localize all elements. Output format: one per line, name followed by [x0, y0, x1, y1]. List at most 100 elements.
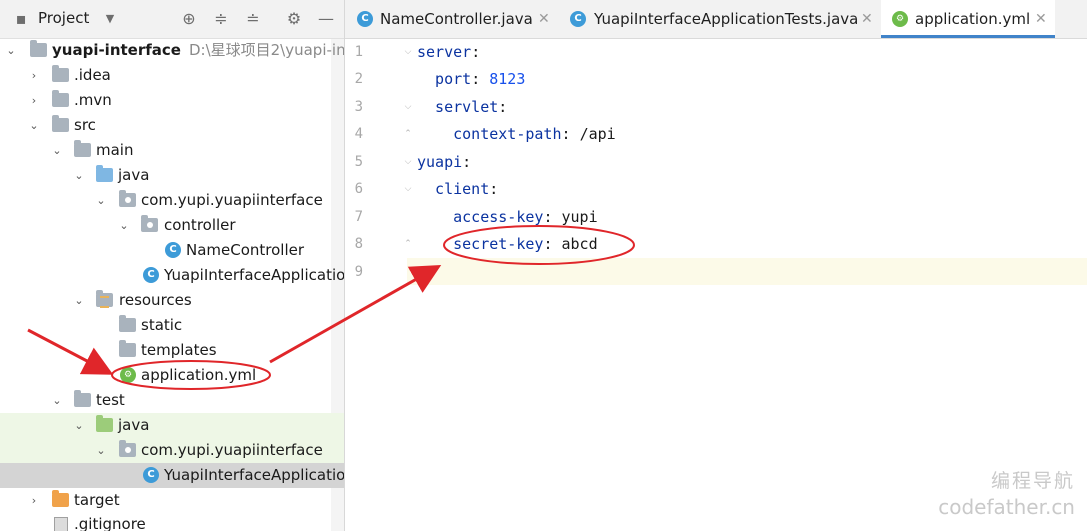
locate-file-icon[interactable]: ⊕ — [180, 10, 198, 28]
chevron-down-icon[interactable]: ⌄ — [50, 138, 64, 163]
file-icon — [54, 517, 68, 531]
yaml-separator: : — [489, 180, 499, 198]
chevron-down-icon[interactable]: ⌄ — [72, 163, 86, 188]
tree-item-main-package[interactable]: ⌄ com.yupi.yuapiinterface — [0, 188, 344, 213]
tree-item-main[interactable]: ⌄ main — [0, 138, 344, 163]
java-class-icon: C — [165, 242, 181, 258]
tree-item-label: resources — [119, 291, 192, 309]
line-number: 5 — [354, 154, 363, 170]
tree-item-resources[interactable]: ⌄ resources — [0, 288, 344, 313]
spring-boot-class-icon: C — [143, 267, 159, 283]
tree-item-mvn[interactable]: › .mvn — [0, 88, 344, 113]
tree-item-controller[interactable]: ⌄ controller — [0, 213, 344, 238]
folder-icon — [74, 390, 91, 407]
chevron-down-icon[interactable]: ⌄ — [117, 213, 131, 238]
tree-item-test-package[interactable]: ⌄ com.yupi.yuapiinterface — [0, 438, 344, 463]
folder-icon — [52, 90, 69, 107]
expand-all-icon[interactable]: ≑ — [212, 10, 230, 28]
current-line-highlight — [407, 258, 1087, 285]
tree-item-application-yml[interactable]: ⚙ application.yml — [0, 363, 344, 388]
close-icon[interactable]: ✕ — [861, 0, 873, 38]
fold-end-icon[interactable]: ⌃ — [403, 129, 413, 139]
yaml-key: port — [417, 70, 472, 88]
tree-item-label: java — [118, 166, 150, 184]
yaml-separator: : — [543, 208, 562, 226]
module-folder-icon — [30, 40, 47, 57]
yaml-key: client — [417, 180, 490, 198]
tree-item-label: target — [74, 491, 120, 509]
package-icon — [141, 215, 158, 232]
collapse-all-icon[interactable]: ≐ — [244, 10, 262, 28]
tree-item-application-class[interactable]: C YuapiInterfaceApplicatio — [0, 263, 344, 288]
chevron-down-icon[interactable]: ⌄ — [94, 438, 108, 463]
editor-tabbar: C NameController.java ✕ C YuapiInterface… — [345, 0, 1087, 39]
tree-item-templates[interactable]: templates — [0, 338, 344, 363]
tree-item-label: YuapiInterfaceApplicatio — [164, 266, 344, 284]
project-view-selector[interactable]: Project — [38, 9, 89, 27]
fold-marker-icon[interactable]: ⌵ — [403, 47, 413, 57]
yaml-value: /api — [579, 125, 616, 143]
package-icon — [119, 440, 136, 457]
folder-icon — [74, 140, 91, 157]
line-number: 4 — [354, 126, 363, 142]
tree-item-label: yuapi-interface — [52, 41, 181, 59]
tree-item-gitignore[interactable]: .gitignore — [0, 512, 344, 531]
chevron-down-icon[interactable]: ⌄ — [50, 388, 64, 413]
tree-item-label: src — [74, 116, 96, 134]
tab-namecontroller[interactable]: C NameController.java ✕ — [345, 0, 557, 38]
chevron-down-icon[interactable]: ▼ — [101, 10, 119, 28]
close-icon[interactable]: ✕ — [538, 0, 550, 38]
tree-item-test[interactable]: ⌄ test — [0, 388, 344, 413]
chevron-right-icon[interactable]: › — [27, 88, 41, 113]
resources-folder-icon — [96, 290, 113, 308]
tree-item-label: templates — [141, 341, 217, 359]
fold-marker-icon[interactable]: ⌵ — [403, 157, 413, 167]
chevron-right-icon[interactable]: › — [27, 488, 41, 513]
project-view-icon[interactable]: ▪ — [12, 10, 30, 28]
tab-application-tests[interactable]: C YuapiInterfaceApplicationTests.java ✕ — [559, 0, 879, 38]
tree-item-label: .idea — [74, 66, 111, 84]
project-path: D:\星球项目2\yuapi-inte — [188, 41, 344, 59]
code-line: context-path: /api — [417, 121, 616, 148]
fold-end-icon[interactable]: ⌃ — [403, 239, 413, 249]
chevron-down-icon[interactable]: ⌄ — [27, 113, 41, 138]
yaml-file-icon: ⚙ — [120, 367, 136, 383]
line-number: 6 — [354, 181, 363, 197]
yaml-value: abcd — [561, 235, 598, 253]
yaml-file-icon: ⚙ — [892, 11, 908, 27]
tab-application-yml[interactable]: ⚙ application.yml ✕ — [881, 0, 1055, 38]
yaml-value: 8123 — [489, 70, 526, 88]
chevron-right-icon[interactable]: › — [27, 63, 41, 88]
line-number: 2 — [354, 71, 363, 87]
tree-item-idea[interactable]: › .idea — [0, 63, 344, 88]
package-icon — [119, 190, 136, 207]
yaml-key: access-key — [417, 208, 544, 226]
fold-marker-icon[interactable]: ⌵ — [403, 184, 413, 194]
tab-label: application.yml — [915, 10, 1031, 28]
chevron-down-icon[interactable]: ⌄ — [4, 38, 18, 63]
chevron-down-icon[interactable]: ⌄ — [72, 288, 86, 313]
chevron-down-icon[interactable]: ⌄ — [94, 188, 108, 213]
tree-item-test-java[interactable]: ⌄ java — [0, 413, 344, 438]
gear-icon[interactable]: ⚙ — [285, 10, 303, 28]
folder-icon — [119, 340, 136, 357]
tree-item-label: test — [96, 391, 125, 409]
chevron-down-icon[interactable]: ⌄ — [72, 413, 86, 438]
yaml-separator: : — [462, 153, 472, 171]
yaml-separator: : — [498, 98, 508, 116]
code-line: port: 8123 — [417, 66, 525, 93]
tab-label: NameController.java — [380, 10, 533, 28]
tree-item-src[interactable]: ⌄ src — [0, 113, 344, 138]
tree-item-namecontroller[interactable]: C NameController — [0, 238, 344, 263]
yaml-key: server — [417, 43, 472, 61]
yaml-key: secret-key — [417, 235, 544, 253]
tree-item-static[interactable]: static — [0, 313, 344, 338]
tree-item-main-java[interactable]: ⌄ java — [0, 163, 344, 188]
fold-marker-icon[interactable]: ⌵ — [403, 102, 413, 112]
tree-item-project-root[interactable]: ⌄ yuapi-interface D:\星球项目2\yuapi-inte — [0, 38, 344, 63]
yaml-separator: : — [471, 43, 481, 61]
tree-item-application-tests[interactable]: C YuapiInterfaceApplicatio — [0, 463, 344, 488]
close-icon[interactable]: ✕ — [1035, 0, 1047, 38]
tree-item-target[interactable]: › target — [0, 488, 344, 513]
hide-panel-icon[interactable]: — — [317, 10, 335, 28]
